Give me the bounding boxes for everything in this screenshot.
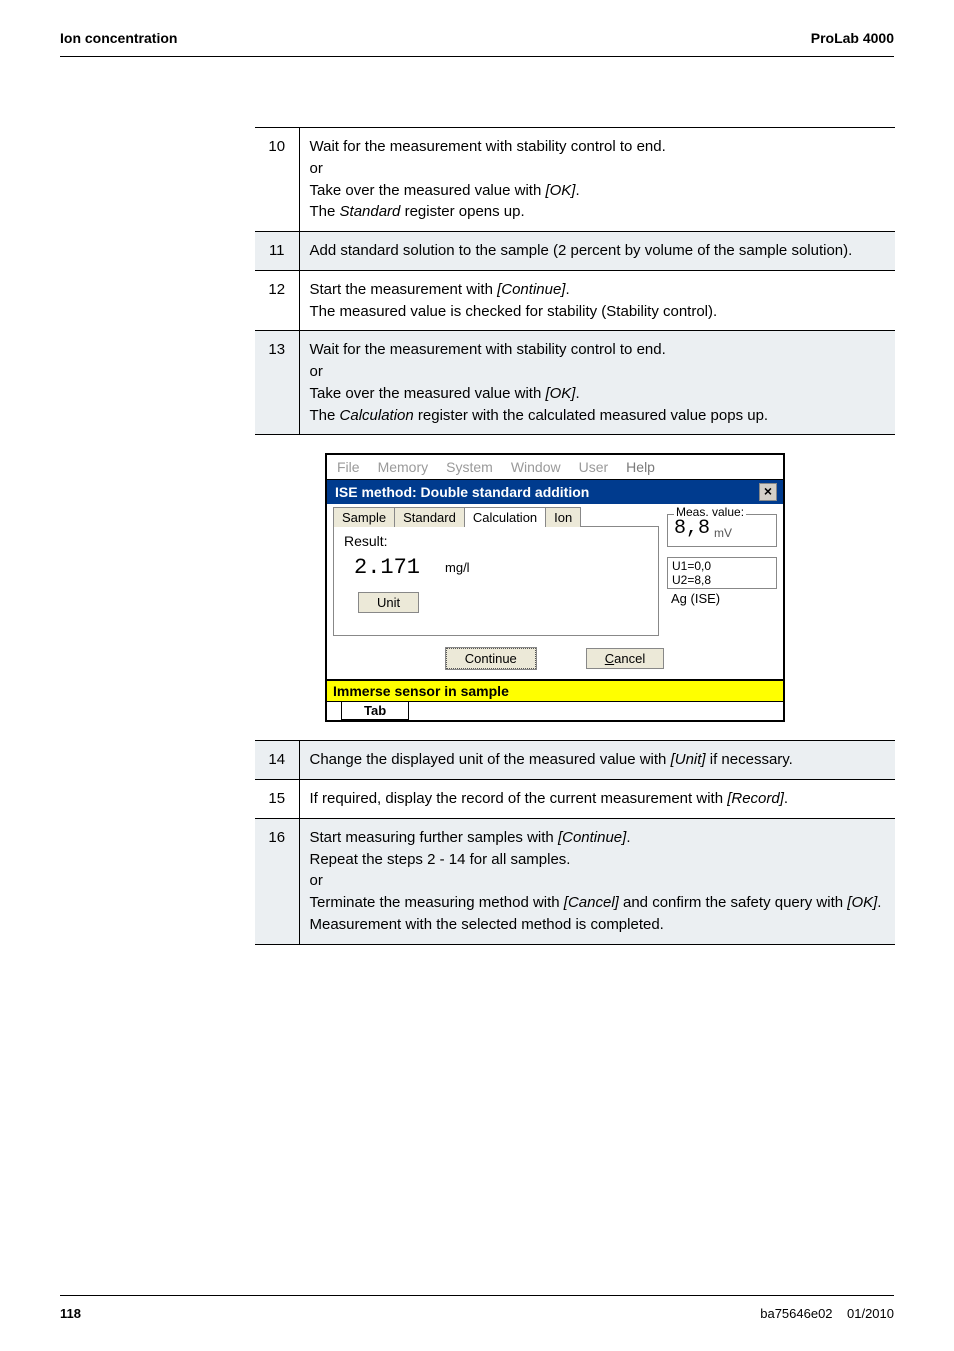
step-row: 16Start measuring further samples with [… (255, 818, 895, 944)
u2-value: U2=8,8 (672, 573, 772, 587)
footer-right: ba75646e02 01/2010 (760, 1306, 894, 1321)
step-number: 11 (255, 232, 299, 271)
window-title: ISE method: Double standard addition (335, 484, 589, 500)
close-icon[interactable]: × (759, 483, 777, 501)
tab-standard[interactable]: Standard (394, 507, 465, 527)
menu-file[interactable]: File (337, 459, 360, 475)
tab-sample[interactable]: Sample (333, 507, 395, 527)
step-text: Add standard solution to the sample (2 p… (299, 232, 895, 271)
step-row: 12Start the measurement with [Continue].… (255, 270, 895, 331)
menu-window[interactable]: Window (511, 459, 561, 475)
step-number: 12 (255, 270, 299, 331)
u1-value: U1=0,0 (672, 559, 772, 573)
tab-calculation[interactable]: Calculation (464, 507, 546, 527)
meas-label: Meas. value: (674, 505, 746, 519)
menubar: File Memory System Window User Help (327, 455, 783, 480)
steps-table-2: 14Change the displayed unit of the measu… (255, 740, 895, 944)
titlebar: ISE method: Double standard addition × (327, 480, 783, 504)
ag-label: Ag (ISE) (667, 591, 777, 606)
step-text: Wait for the measurement with stability … (299, 128, 895, 232)
step-number: 13 (255, 331, 299, 435)
step-row: 13Wait for the measurement with stabilit… (255, 331, 895, 435)
step-row: 15If required, display the record of the… (255, 780, 895, 819)
dialog-screenshot: File Memory System Window User Help ISE … (325, 453, 785, 722)
bottom-tab[interactable]: Tab (341, 702, 409, 720)
step-number: 15 (255, 780, 299, 819)
tab-panel: Result: 2.171 mg/l Unit (333, 526, 659, 636)
unit-button[interactable]: Unit (358, 592, 419, 613)
menu-memory[interactable]: Memory (378, 459, 429, 475)
footer-rule (60, 1295, 894, 1296)
continue-button[interactable]: Continue (446, 648, 536, 669)
tab-ion[interactable]: Ion (545, 507, 581, 527)
step-text: Wait for the measurement with stability … (299, 331, 895, 435)
step-number: 16 (255, 818, 299, 944)
result-label: Result: (344, 533, 648, 549)
header-left: Ion concentration (60, 30, 177, 46)
u-box: U1=0,0 U2=8,8 (667, 557, 777, 589)
meas-value-box: Meas. value: 8,8mV (667, 514, 777, 547)
step-text: If required, display the record of the c… (299, 780, 895, 819)
cancel-button[interactable]: Cancel (586, 648, 664, 669)
header-right: ProLab 4000 (811, 30, 894, 46)
tab-row: Sample Standard Calculation Ion (333, 506, 659, 526)
menu-help[interactable]: Help (626, 459, 655, 475)
step-text: Start the measurement with [Continue].Th… (299, 270, 895, 331)
page-number: 118 (60, 1306, 81, 1321)
result-value: 2.171 (354, 555, 420, 580)
step-row: 10Wait for the measurement with stabilit… (255, 128, 895, 232)
menu-user[interactable]: User (579, 459, 609, 475)
result-unit: mg/l (445, 560, 470, 575)
meas-unit: mV (714, 526, 732, 540)
step-row: 11Add standard solution to the sample (2… (255, 232, 895, 271)
steps-table-1: 10Wait for the measurement with stabilit… (255, 127, 895, 435)
menu-system[interactable]: System (446, 459, 493, 475)
step-text: Change the displayed unit of the measure… (299, 741, 895, 780)
step-number: 10 (255, 128, 299, 232)
step-number: 14 (255, 741, 299, 780)
meas-value: 8,8 (674, 517, 710, 540)
status-bar: Immerse sensor in sample (327, 679, 783, 701)
step-row: 14Change the displayed unit of the measu… (255, 741, 895, 780)
step-text: Start measuring further samples with [Co… (299, 818, 895, 944)
